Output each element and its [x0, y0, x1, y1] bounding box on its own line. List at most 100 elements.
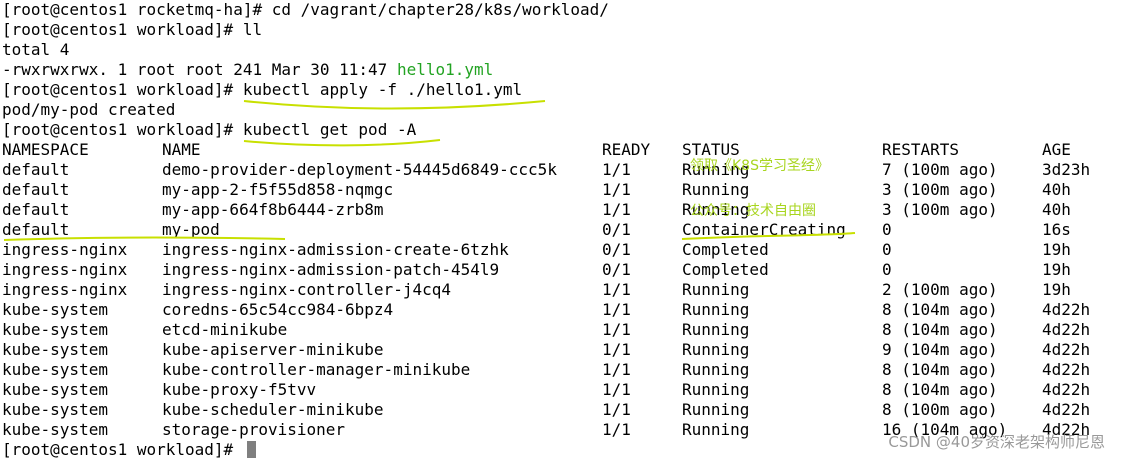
table-cell: kube-system — [2, 320, 108, 339]
table-cell: kube-system — [2, 360, 108, 379]
table-row: default my-pod 0/1 ContainerCreating 0 16s — [0, 220, 1123, 240]
table-cell: kube-system — [2, 300, 108, 319]
table-cell: 40h — [1042, 180, 1071, 199]
table-cell: Running — [682, 300, 750, 319]
command-text: kubectl apply -f ./hello1.yml — [242, 80, 523, 99]
table-cell: 0/1 — [602, 260, 631, 279]
table-cell: 1/1 — [602, 380, 631, 399]
table-cell: default — [2, 200, 70, 219]
table-cell: Running — [682, 340, 750, 359]
table-cell: Running — [682, 280, 750, 299]
table-cell: 0 — [882, 260, 892, 279]
table-row: ingress-nginx ingress-nginx-admission-cre… — [0, 240, 1123, 260]
table-cell: coredns-65c54cc984-6bpz4 — [162, 300, 394, 319]
table-cell: 4d22h — [1042, 300, 1091, 319]
table-cell: 3 (100m ago) — [882, 200, 998, 219]
terminal-line: pod/my-pod created — [2, 100, 175, 120]
table-cell: ContainerCreating — [682, 220, 846, 239]
table-cell: ingress-nginx-admission-patch-454l9 — [162, 260, 500, 279]
terminal-line: [root@centos1 workload]# kubectl get pod… — [2, 120, 416, 140]
output-text: -rwxrwxrwx. 1 root root 241 Mar 30 11:47 — [2, 60, 397, 79]
underline-apply-command — [243, 100, 546, 110]
column-header: RESTARTS — [882, 140, 960, 159]
table-cell: kube-apiserver-minikube — [162, 340, 384, 359]
table-cell: Running — [682, 400, 750, 419]
table-cell: 8 (104m ago) — [882, 360, 998, 379]
table-row: kube-system coredns-65c54cc984-6bpz4 1/1 Ru… — [0, 300, 1123, 320]
table-cell: Running — [682, 380, 750, 399]
command-text: cd /vagrant/chapter28/k8s/workload/ — [271, 0, 609, 19]
table-cell: 0/1 — [602, 240, 631, 259]
table-cell: kube-controller-manager-minikube — [162, 360, 471, 379]
table-cell: 0 — [882, 240, 892, 259]
table-cell: 1/1 — [602, 360, 631, 379]
table-row: default my-app-664f8b6444-zrb8m 1/1 Running… — [0, 200, 1123, 220]
table-cell: default — [2, 220, 70, 239]
table-cell: 40h — [1042, 200, 1071, 219]
table-cell: kube-proxy-f5tvv — [162, 380, 317, 399]
column-header: AGE — [1042, 140, 1071, 159]
output-text: pod/my-pod created — [2, 100, 176, 119]
table-cell: 3 (100m ago) — [882, 180, 998, 199]
terminal-line: -rwxrwxrwx. 1 root root 241 Mar 30 11:47… — [2, 60, 493, 80]
column-header: NAMESPACE — [2, 140, 89, 159]
table-cell: 16s — [1042, 220, 1071, 239]
table-cell: Running — [682, 360, 750, 379]
column-header: NAME — [162, 140, 201, 159]
table-cell: 19h — [1042, 240, 1071, 259]
table-cell: 19h — [1042, 280, 1071, 299]
block-cursor-icon — [246, 441, 256, 458]
table-cell: kube-system — [2, 400, 108, 419]
table-row: kube-system kube-scheduler-minikube 1/1 Run… — [0, 400, 1123, 420]
table-cell: 8 (104m ago) — [882, 300, 998, 319]
table-cell: default — [2, 180, 70, 199]
table-cell: storage-provisioner — [162, 420, 346, 439]
table-cell: 1/1 — [602, 160, 631, 179]
table-cell: 1/1 — [602, 180, 631, 199]
table-row: kube-system kube-apiserver-minikube 1/1 Run… — [0, 340, 1123, 360]
table-cell: 4d22h — [1042, 320, 1091, 339]
table-row: kube-system etcd-minikube 1/1 Running 8 (104… — [0, 320, 1123, 340]
table-cell: 1/1 — [602, 420, 631, 439]
command-text: kubectl get pod -A — [242, 120, 417, 139]
table-row: kube-system kube-proxy-f5tvv 1/1 Running 8 (… — [0, 380, 1123, 400]
table-cell: 19h — [1042, 260, 1071, 279]
table-cell: 4d22h — [1042, 380, 1091, 399]
annotation-text: 领取《K8S学习圣经》 — [690, 158, 829, 174]
table-cell: ingress-nginx-admission-create-6tzhk — [162, 240, 509, 259]
table-row: kube-system kube-controller-manager-minik… — [0, 360, 1123, 380]
shell-prompt: [root@centos1 workload]# — [2, 120, 243, 139]
terminal-line[interactable]: [root@centos1 workload]# — [2, 440, 256, 460]
table-cell: demo-provider-deployment-54445d6849-ccc5… — [162, 160, 557, 179]
table-cell: 8 (104m ago) — [882, 380, 998, 399]
terminal-line: total 4 — [2, 40, 69, 60]
table-cell: 0/1 — [602, 220, 631, 239]
table-cell: kube-scheduler-minikube — [162, 400, 384, 419]
table-cell: default — [2, 160, 70, 179]
table-cell: etcd-minikube — [162, 320, 288, 339]
annotation-text: 公众号：技术自由圈 — [690, 203, 816, 219]
table-cell: Running — [682, 420, 750, 439]
terminal-line: [root@centos1 rocketmq-ha]# cd /vagrant/… — [2, 0, 609, 20]
table-cell: 2 (100m ago) — [882, 280, 998, 299]
table-cell: 1/1 — [602, 340, 631, 359]
table-cell: 1/1 — [602, 200, 631, 219]
output-text: total 4 — [2, 40, 70, 59]
table-cell: my-app-2-f5f55d858-nqmgc — [162, 180, 394, 199]
table-cell: Completed — [682, 260, 769, 279]
table-cell: 4d22h — [1042, 400, 1091, 419]
column-header: READY — [602, 140, 651, 159]
table-cell: ingress-nginx — [2, 280, 128, 299]
table-cell: 0 — [882, 220, 892, 239]
table-row: default demo-provider-deployment-54445d68… — [0, 160, 1123, 180]
table-cell: kube-system — [2, 420, 108, 439]
table-cell: ingress-nginx — [2, 260, 128, 279]
table-cell: ingress-nginx-controller-j4cq4 — [162, 280, 451, 299]
shell-prompt: [root@centos1 workload]# — [2, 20, 243, 39]
table-row: ingress-nginx ingress-nginx-admission-pat… — [0, 260, 1123, 280]
shell-prompt: [root@centos1 workload]# — [2, 440, 243, 459]
table-cell: 9 (104m ago) — [882, 340, 998, 359]
table-cell: 4d22h — [1042, 360, 1091, 379]
table-cell: kube-system — [2, 340, 108, 359]
table-cell: my-pod — [162, 220, 220, 239]
